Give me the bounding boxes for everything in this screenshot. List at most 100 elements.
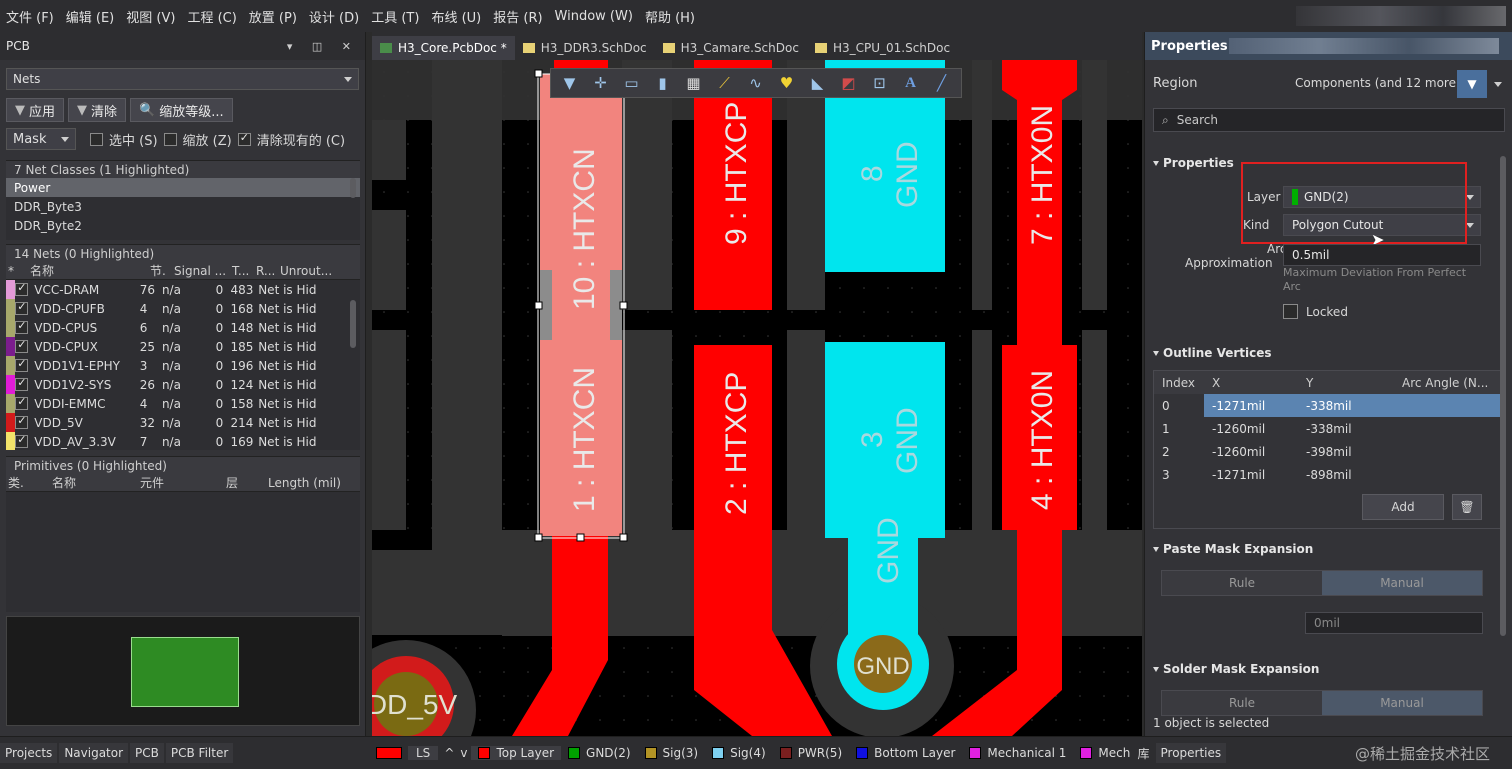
table-row[interactable]: VDD1V1-EPHY 3 n/a 0 196 Net is Hid	[6, 356, 360, 375]
list-item[interactable]: DDR_Byte2	[6, 216, 360, 235]
route-icon[interactable]: ⟋	[710, 70, 739, 96]
vertex-arc-angle[interactable]	[1394, 440, 1504, 463]
scrollbar[interactable]	[350, 178, 356, 198]
filter-button[interactable]: ▼	[1457, 70, 1487, 98]
mask-select[interactable]: Mask	[6, 128, 76, 150]
solder-mask-header[interactable]: Solder Mask Expansion	[1153, 662, 1319, 676]
add-vertex-button[interactable]: Add	[1362, 494, 1444, 520]
tab-pcb[interactable]: PCB	[130, 743, 164, 763]
line-icon[interactable]: ╱	[927, 70, 956, 96]
doc-tab[interactable]: H3_CPU_01.SchDoc	[807, 36, 958, 60]
tab-navigator[interactable]: Navigator	[59, 743, 129, 763]
scroll-down-icon[interactable]: v	[460, 746, 467, 760]
menu-file[interactable]: 文件 (F)	[4, 7, 64, 26]
table-row[interactable]: 0 -1271mil -338mil	[1154, 394, 1504, 417]
table-row[interactable]: VDD_5V 32 n/a 0 214 Net is Hid	[6, 413, 360, 432]
layer-tab[interactable]: Bottom Layer	[849, 746, 962, 760]
menu-tools[interactable]: 工具 (T)	[369, 7, 429, 26]
menu-design[interactable]: 设计 (D)	[307, 7, 369, 26]
net-visible-checkbox[interactable]	[15, 300, 29, 315]
table-row[interactable]: VDD-CPUS 6 n/a 0 148 Net is Hid	[6, 318, 360, 337]
list-item[interactable]: Power	[6, 178, 360, 197]
vertex-y[interactable]: -338mil	[1298, 394, 1394, 417]
layer-tab[interactable]: Sig(3)	[638, 746, 706, 760]
paste-manual-option[interactable]: Manual	[1322, 571, 1482, 595]
tab-projects[interactable]: Projects	[0, 743, 58, 763]
keepout-icon[interactable]: ◩	[834, 70, 863, 96]
vertex-arc-angle[interactable]	[1394, 394, 1504, 417]
clear-existing-checkbox[interactable]	[237, 131, 251, 146]
delete-vertex-button[interactable]: 🗑	[1452, 494, 1482, 520]
menu-reports[interactable]: 报告 (R)	[491, 7, 552, 26]
solder-manual-option[interactable]: Manual	[1322, 691, 1482, 715]
ls-button[interactable]: LS	[408, 746, 439, 760]
vertex-x[interactable]: -1260mil	[1204, 440, 1298, 463]
mode-select[interactable]: Nets	[6, 68, 359, 90]
scrollbar[interactable]	[1500, 156, 1506, 636]
panel-controls[interactable]: ▾ ◫ ✕	[287, 40, 359, 53]
net-visible-checkbox[interactable]	[15, 433, 29, 448]
vertex-y[interactable]: -398mil	[1298, 440, 1394, 463]
paste-mask-header[interactable]: Paste Mask Expansion	[1153, 542, 1313, 556]
paste-rule-option[interactable]: Rule	[1162, 571, 1322, 595]
table-row[interactable]: VDD_AV_3.3V 7 n/a 0 169 Net is Hid	[6, 432, 360, 450]
net-visible-checkbox[interactable]	[15, 395, 29, 410]
dimension-icon[interactable]: ⊡	[865, 70, 894, 96]
table-row[interactable]: 2 -1260mil -398mil	[1154, 440, 1504, 463]
apply-button[interactable]: ▼ 应用	[6, 98, 65, 122]
layer-tab[interactable]: Mechanic	[1073, 746, 1131, 760]
table-row[interactable]: 3 -1271mil -898mil	[1154, 463, 1504, 486]
table-row[interactable]: VCC-DRAM 76 n/a 0 483 Net is Hid	[6, 280, 360, 299]
menu-help[interactable]: 帮助 (H)	[643, 7, 705, 26]
zoom-level-button[interactable]: 🔍 缩放等级...	[130, 98, 233, 122]
solder-rule-option[interactable]: Rule	[1162, 691, 1322, 715]
layer-tab[interactable]: Mechanical 1	[962, 746, 1073, 760]
pcb-canvas[interactable]: 10 : HTXCN 1 : HTXCN 9 : HTXCP 2 : HTXCP…	[372, 60, 1142, 736]
menu-place[interactable]: 放置 (P)	[247, 7, 307, 26]
table-row[interactable]: VDD-CPUX 25 n/a 0 185 Net is Hid	[6, 337, 360, 356]
net-visible-checkbox[interactable]	[15, 376, 29, 391]
menu-route[interactable]: 布线 (U)	[429, 7, 491, 26]
zoom-checkbox[interactable]	[163, 132, 177, 146]
net-visible-checkbox[interactable]	[15, 319, 29, 334]
via-icon[interactable]: ♥	[772, 70, 801, 96]
doc-tab[interactable]: H3_Core.PcbDoc *	[372, 36, 515, 60]
properties-section-header[interactable]: Properties	[1153, 156, 1234, 170]
vertex-x[interactable]: -1260mil	[1204, 417, 1298, 440]
net-visible-checkbox[interactable]	[15, 414, 29, 429]
doc-tab[interactable]: H3_DDR3.SchDoc	[515, 36, 655, 60]
paste-mask-input[interactable]: 0mil	[1305, 612, 1483, 634]
table-row[interactable]: VDDI-EMMC 4 n/a 0 158 Net is Hid	[6, 394, 360, 413]
layer-tab[interactable]: Top Layer	[471, 746, 562, 760]
menu-window[interactable]: Window (W)	[553, 9, 643, 24]
filter-dropdown[interactable]	[1491, 70, 1505, 98]
vertex-x[interactable]: -1271mil	[1204, 394, 1298, 417]
table-row[interactable]: VDD-CPUFB 4 n/a 0 168 Net is Hid	[6, 299, 360, 318]
scrollbar[interactable]	[350, 300, 356, 348]
text-icon[interactable]: A	[896, 70, 925, 96]
tab-pcb-filter[interactable]: PCB Filter	[165, 743, 234, 763]
diff-pair-icon[interactable]: ∿	[741, 70, 770, 96]
layer-tab[interactable]: GND(2)	[561, 746, 638, 760]
table-row[interactable]: 1 -1260mil -338mil	[1154, 417, 1504, 440]
pcb-drawing[interactable]: 10 : HTXCN 1 : HTXCN 9 : HTXCP 2 : HTXCP…	[372, 60, 1142, 736]
arc-approximation-input[interactable]: 0.5mil	[1283, 244, 1481, 266]
tab-library[interactable]: 库	[1131, 745, 1155, 762]
component-icon[interactable]: ▦	[679, 70, 708, 96]
layer-tab[interactable]: PWR(5)	[773, 746, 849, 760]
select-checkbox[interactable]	[90, 132, 103, 146]
chart-icon[interactable]: ▮	[648, 70, 677, 96]
tab-properties[interactable]: Properties	[1155, 743, 1227, 763]
scroll-up-icon[interactable]: ^	[444, 746, 454, 760]
crosshair-icon[interactable]: ✛	[586, 70, 615, 96]
polygon-icon[interactable]: ◣	[803, 70, 832, 96]
select-rect-icon[interactable]: ▭	[617, 70, 646, 96]
net-visible-checkbox[interactable]	[15, 357, 29, 372]
outline-vertices-header[interactable]: Outline Vertices	[1153, 346, 1272, 360]
vertex-arc-angle[interactable]	[1394, 463, 1504, 486]
menu-edit[interactable]: 编辑 (E)	[64, 7, 125, 26]
layer-tab[interactable]: Sig(4)	[705, 746, 773, 760]
menu-project[interactable]: 工程 (C)	[185, 7, 246, 26]
vertex-x[interactable]: -1271mil	[1204, 463, 1298, 486]
net-visible-checkbox[interactable]	[15, 281, 29, 296]
